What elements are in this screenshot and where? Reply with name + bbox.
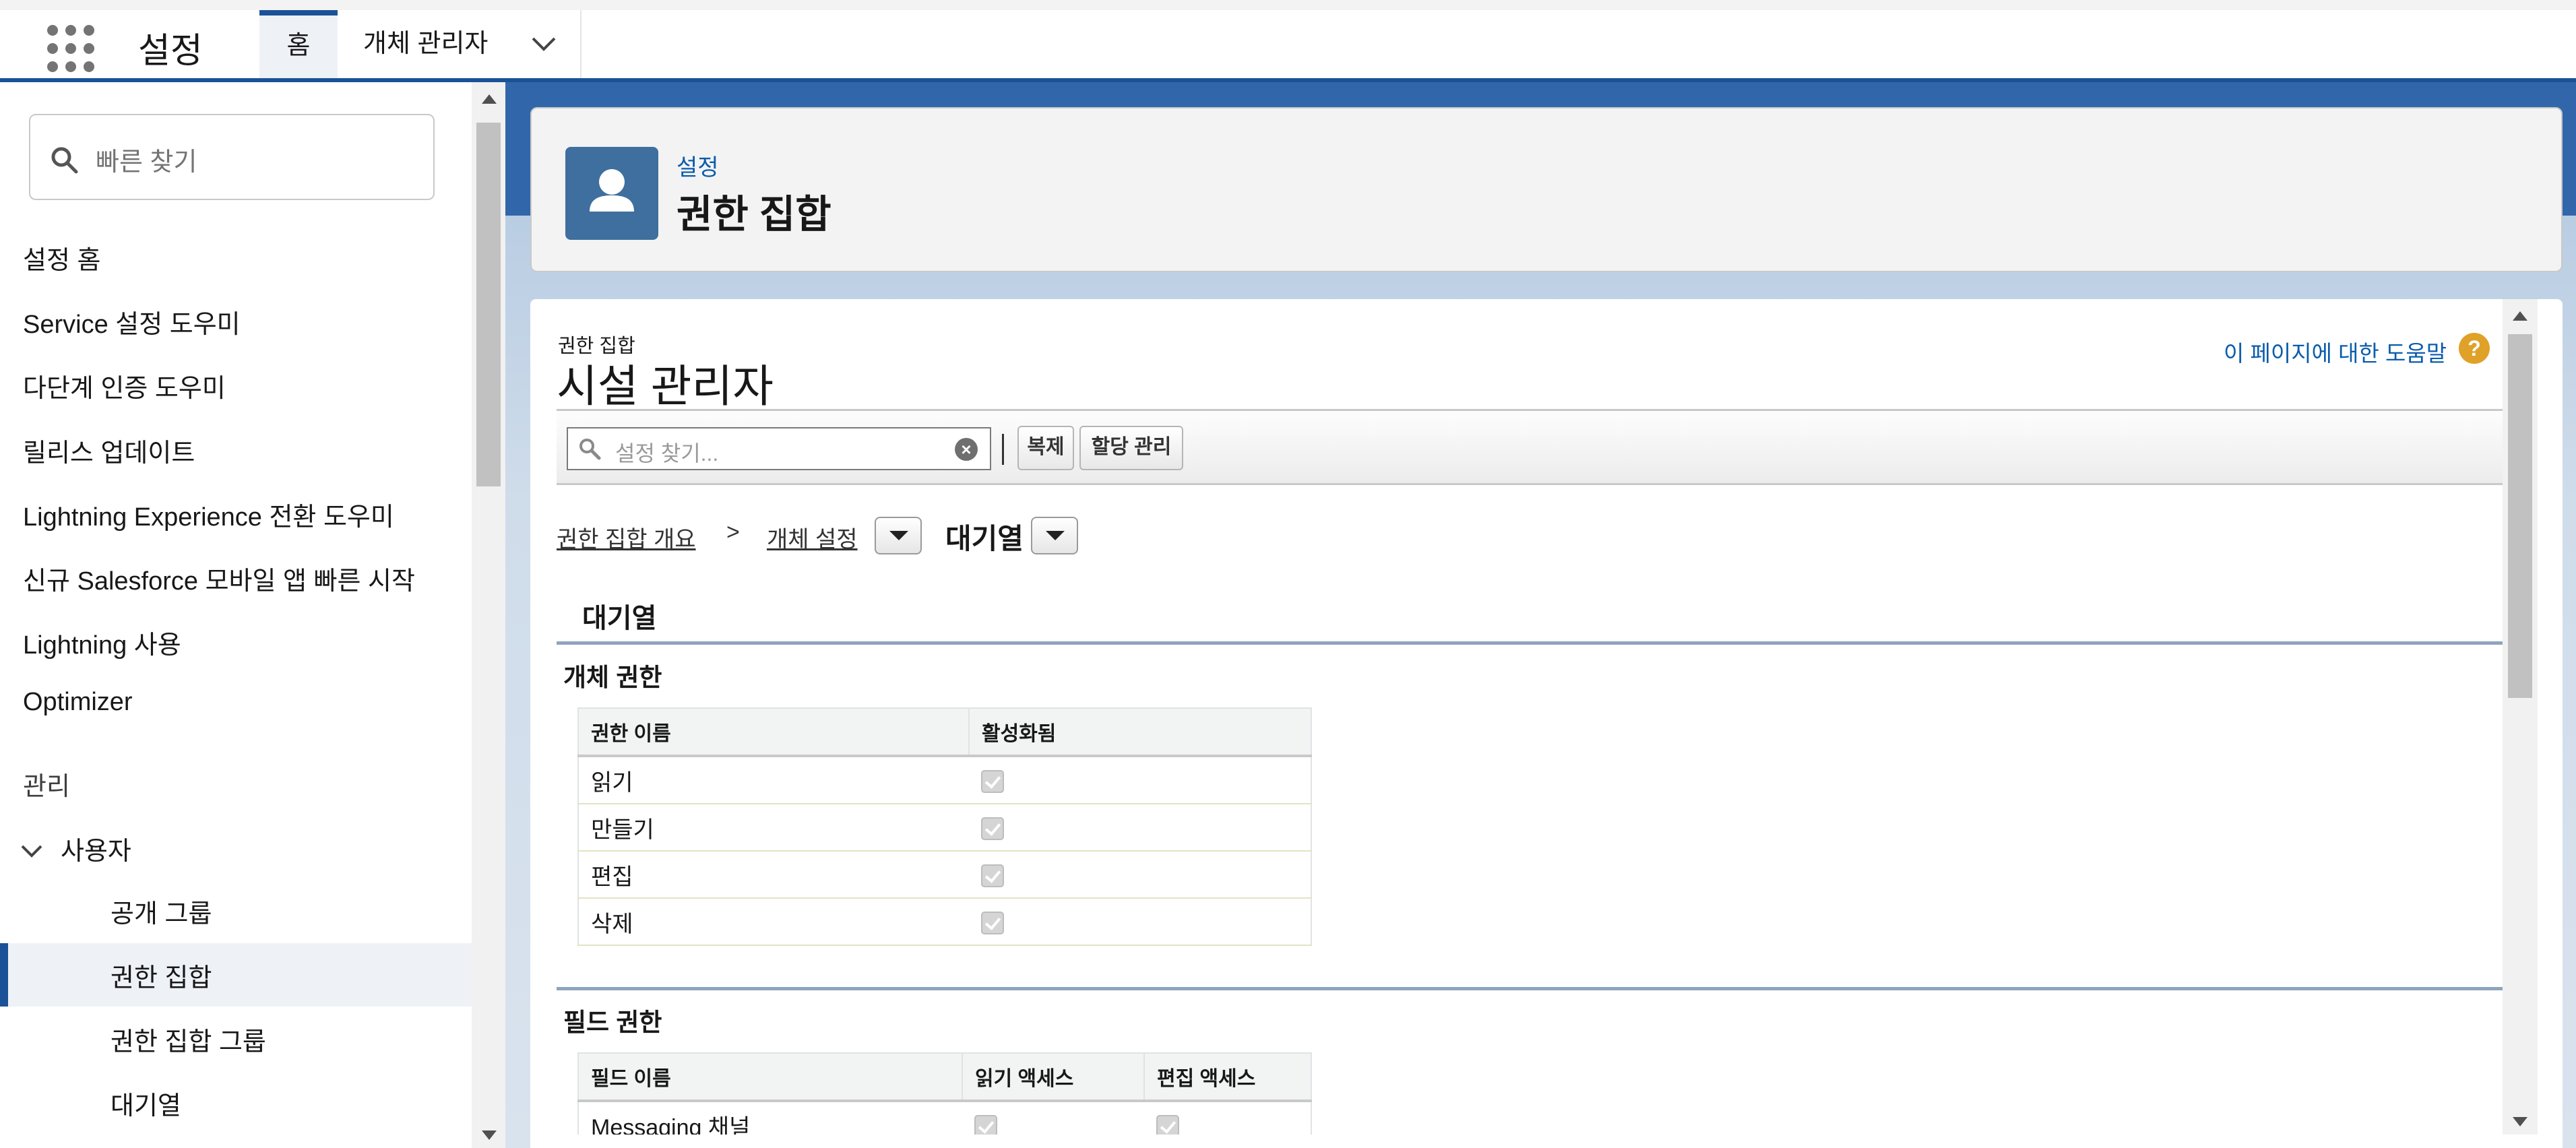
- enabled-checkbox: [981, 911, 1004, 934]
- sidebar-scroll-thumb[interactable]: [476, 123, 501, 486]
- sidebar-item-permission-set-groups[interactable]: 권한 집합 그룹: [111, 1021, 266, 1058]
- find-settings-input[interactable]: 설정 찾기... ×: [567, 427, 991, 470]
- manage-assignments-button[interactable]: 할당 관리: [1079, 426, 1183, 470]
- object-heading: 대기열: [582, 604, 657, 633]
- search-icon: [51, 147, 78, 174]
- permission-name: 삭제: [577, 897, 969, 946]
- caret-down-icon: [889, 531, 908, 540]
- header-breadcrumb[interactable]: 설정: [677, 149, 719, 182]
- sidebar-item-lightning-transition[interactable]: Lightning Experience 전환 도우미: [23, 496, 394, 533]
- object-permissions-table: 권한 이름 활성화됨 읽기 만들기 편집 삭제: [577, 707, 1312, 946]
- permission-name: 읽기: [577, 755, 969, 804]
- table-row: 읽기: [577, 755, 1312, 804]
- chevron-down-icon[interactable]: [20, 843, 43, 858]
- section-divider: [557, 987, 2504, 990]
- toolbar: 설정 찾기... × 복제 할당 관리: [557, 409, 2504, 485]
- tab-home[interactable]: 홈: [259, 10, 338, 78]
- permission-name: 만들기: [577, 803, 969, 852]
- column-header: 필드 이름: [577, 1052, 963, 1102]
- scroll-down-icon[interactable]: [2513, 1117, 2527, 1126]
- sidebar-item-permission-sets[interactable]: 권한 집합: [111, 957, 212, 994]
- breadcrumb-current: 대기열: [945, 523, 1024, 554]
- edit-access-checkbox: [1156, 1114, 1179, 1135]
- quick-find-placeholder: 빠른 찾기: [96, 148, 197, 177]
- page-title: 권한 집합: [677, 193, 831, 236]
- scroll-up-icon[interactable]: [2513, 311, 2527, 321]
- breadcrumb-overview-link[interactable]: 권한 집합 개요: [557, 521, 696, 554]
- enabled-checkbox: [981, 769, 1004, 793]
- sidebar-scrollbar[interactable]: [472, 82, 505, 1148]
- chevron-down-icon[interactable]: [531, 36, 557, 52]
- scroll-up-icon[interactable]: [482, 94, 497, 104]
- table-row: 편집: [577, 850, 1312, 899]
- sidebar-item-queues[interactable]: 대기열: [111, 1085, 181, 1122]
- sidebar-section-admin: 관리: [23, 773, 70, 801]
- section-divider: [557, 641, 2504, 645]
- current-object-dropdown[interactable]: [1031, 517, 1078, 554]
- breadcrumb-object-settings-link[interactable]: 개체 설정: [767, 521, 858, 554]
- read-access-checkbox: [974, 1114, 997, 1135]
- content-scrollbar[interactable]: [2503, 299, 2538, 1135]
- tab-object-manager-label: 개체 관리자: [363, 30, 489, 58]
- object-permissions-title: 개체 권한: [563, 664, 662, 691]
- app-title: 설정: [138, 32, 203, 71]
- sidebar-group-users[interactable]: 사용자: [61, 830, 131, 867]
- enabled-checkbox: [981, 817, 1004, 840]
- search-icon: [579, 439, 601, 460]
- sidebar-item-mfa-assistant[interactable]: 다단계 인증 도우미: [23, 367, 226, 404]
- sidebar-item-service-setup[interactable]: Service 설정 도우미: [23, 303, 241, 340]
- find-settings-placeholder: 설정 찾기...: [615, 441, 719, 466]
- sidebar-item-lightning-usage[interactable]: Lightning 사용: [23, 624, 181, 661]
- sidebar-item-release-updates[interactable]: 릴리스 업데이트: [23, 432, 195, 469]
- column-header: 활성화됨: [968, 707, 1312, 757]
- app-launcher-icon[interactable]: [47, 25, 94, 72]
- user-icon: [565, 147, 658, 240]
- field-permissions-table: 필드 이름 읽기 액세스 편집 액세스 Messaging 채널: [577, 1052, 1312, 1135]
- help-link[interactable]: 이 페이지에 대한 도움말: [2224, 336, 2447, 368]
- permission-name: 편집: [577, 850, 969, 899]
- toolbar-divider: [1002, 434, 1004, 465]
- table-row: Messaging 채널: [577, 1100, 1312, 1135]
- clone-button[interactable]: 복제: [1017, 426, 1074, 470]
- field-permissions-viewport: 필드 이름 읽기 액세스 편집 액세스 Messaging 채널: [577, 1052, 1312, 1135]
- object-settings-dropdown[interactable]: [875, 517, 922, 554]
- global-header: 설정 홈 개체 관리자: [0, 0, 2576, 82]
- column-header: 읽기 액세스: [962, 1052, 1145, 1102]
- field-name: Messaging 채널: [577, 1100, 962, 1135]
- tab-object-manager[interactable]: 개체 관리자: [338, 10, 582, 78]
- enabled-checkbox: [981, 864, 1004, 887]
- breadcrumb-separator: >: [726, 519, 740, 545]
- scroll-down-icon[interactable]: [482, 1130, 497, 1140]
- sidebar-item-mobile-quickstart[interactable]: 신규 Salesforce 모바일 앱 빠른 시작: [23, 560, 415, 597]
- sidebar-item-public-groups[interactable]: 공개 그룹: [111, 893, 212, 930]
- setup-sidebar: 빠른 찾기 설정 홈 Service 설정 도우미 다단계 인증 도우미 릴리스…: [0, 82, 472, 1148]
- caret-down-icon: [1046, 531, 1065, 540]
- sidebar-item-optimizer[interactable]: Optimizer: [23, 688, 133, 717]
- table-row: 삭제: [577, 897, 1312, 946]
- quick-find-input[interactable]: 빠른 찾기: [29, 114, 435, 200]
- permission-set-name: 시설 관리자: [557, 361, 774, 411]
- table-row: 만들기: [577, 803, 1312, 852]
- content-scroll-thumb[interactable]: [2508, 334, 2532, 698]
- help-icon[interactable]: ?: [2459, 333, 2490, 364]
- page-header: 설정 권한 집합: [530, 107, 2563, 272]
- sidebar-selected-highlight: [0, 943, 472, 1007]
- column-header: 권한 이름: [577, 707, 970, 757]
- sidebar-item-setup-home[interactable]: 설정 홈: [23, 239, 100, 276]
- clear-icon[interactable]: ×: [955, 438, 978, 461]
- field-permissions-title: 필드 권한: [563, 1009, 662, 1036]
- column-header: 편집 액세스: [1143, 1052, 1312, 1102]
